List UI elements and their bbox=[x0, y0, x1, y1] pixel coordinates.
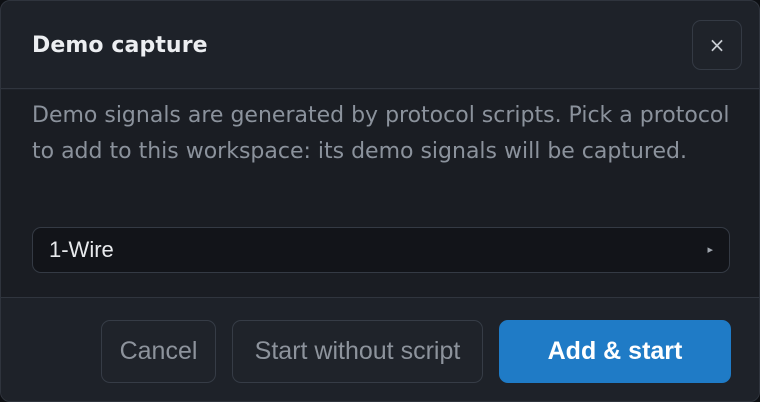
protocol-select-value: 1-Wire bbox=[49, 237, 114, 262]
cancel-button[interactable]: Cancel bbox=[101, 320, 216, 383]
demo-capture-dialog: Demo capture × Demo signals are generate… bbox=[0, 0, 760, 402]
dialog-description: Demo signals are generated by protocol s… bbox=[32, 103, 730, 164]
chevron-right-icon: ▸ bbox=[707, 243, 713, 256]
close-button[interactable]: × bbox=[692, 20, 742, 70]
dialog-header: Demo capture × bbox=[1, 1, 759, 89]
dialog-body: Demo signals are generated by protocol s… bbox=[1, 90, 759, 298]
add-and-start-button[interactable]: Add & start bbox=[499, 320, 731, 383]
protocol-select[interactable]: 1-Wire ▸ bbox=[32, 227, 730, 273]
dialog-footer: Cancel Start without script Add & start bbox=[1, 299, 759, 401]
start-without-script-button[interactable]: Start without script bbox=[232, 320, 483, 383]
dialog-title: Demo capture bbox=[32, 33, 208, 58]
close-icon: × bbox=[708, 33, 726, 57]
